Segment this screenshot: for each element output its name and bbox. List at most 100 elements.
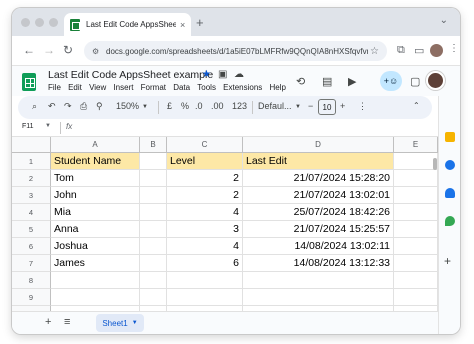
font-select[interactable]: Defaul... xyxy=(258,101,292,111)
back-icon[interactable]: ← xyxy=(23,43,35,57)
undo-icon[interactable]: ↶ xyxy=(48,101,56,112)
menu-view[interactable]: View xyxy=(89,83,106,92)
new-tab-button[interactable]: + xyxy=(196,15,204,30)
cell-d6[interactable]: 14/08/2024 13:02:11 xyxy=(243,238,394,255)
decrease-decimal-button[interactable]: .0 xyxy=(195,101,203,111)
cell-e7[interactable] xyxy=(394,255,438,272)
url-field[interactable]: ⚙ docs.google.com/spreadsheets/d/1a5iE07… xyxy=(84,41,387,61)
row-header-9[interactable]: 9 xyxy=(12,289,51,306)
version-history-icon[interactable]: ⟲ xyxy=(296,75,305,88)
name-box[interactable]: F11 xyxy=(22,123,34,130)
vertical-scrollbar-thumb[interactable] xyxy=(433,158,437,170)
cell-b1[interactable] xyxy=(140,153,167,170)
cell-c9[interactable] xyxy=(167,289,243,306)
maximize-window-dot[interactable] xyxy=(49,18,58,27)
cell-d8[interactable] xyxy=(243,272,394,289)
keep-icon[interactable] xyxy=(445,132,455,142)
kebab-menu-icon[interactable]: ⋮ xyxy=(449,43,459,54)
menu-file[interactable]: File xyxy=(48,83,61,92)
cell-a5[interactable]: Anna xyxy=(51,221,140,238)
sheets-logo-icon[interactable] xyxy=(22,73,36,91)
cell-b8[interactable] xyxy=(140,272,167,289)
account-avatar[interactable] xyxy=(426,71,445,90)
row-header-2[interactable]: 2 xyxy=(12,170,51,187)
column-header-b[interactable]: B xyxy=(140,137,167,153)
currency-format-button[interactable]: £ xyxy=(167,101,172,111)
tasks-icon[interactable] xyxy=(445,160,455,170)
all-sheets-icon[interactable]: ≡ xyxy=(64,316,70,328)
cell-d3[interactable]: 21/07/2024 13:02:01 xyxy=(243,187,394,204)
row-header-8[interactable]: 8 xyxy=(12,272,51,289)
get-addons-icon[interactable]: + xyxy=(444,254,451,268)
document-title[interactable]: Last Edit Code AppsSheet example xyxy=(48,69,213,81)
redo-icon[interactable]: ↷ xyxy=(64,101,72,112)
meet-video-icon[interactable]: ▶ xyxy=(348,75,356,88)
reload-icon[interactable]: ↻ xyxy=(63,43,73,57)
cell-a6[interactable]: Joshua xyxy=(51,238,140,255)
cell-e4[interactable] xyxy=(394,204,438,221)
maps-icon[interactable] xyxy=(445,216,455,226)
cell-b6[interactable] xyxy=(140,238,167,255)
extensions-icon[interactable]: ⧉ xyxy=(397,44,405,57)
more-options-icon[interactable]: ⋮ xyxy=(358,101,367,112)
tab-close-icon[interactable]: × xyxy=(180,20,185,30)
cell-c4[interactable]: 4 xyxy=(167,204,243,221)
print-icon[interactable]: ⎙ xyxy=(80,101,87,112)
minimize-window-dot[interactable] xyxy=(35,18,44,27)
profile-avatar[interactable] xyxy=(430,44,443,57)
comments-icon[interactable]: ▤ xyxy=(322,75,332,88)
row-header-5[interactable]: 5 xyxy=(12,221,51,238)
close-window-dot[interactable] xyxy=(21,18,30,27)
column-header-a[interactable]: A xyxy=(51,137,140,153)
select-all-corner[interactable] xyxy=(12,137,51,153)
menu-edit[interactable]: Edit xyxy=(68,83,82,92)
row-header-3[interactable]: 3 xyxy=(12,187,51,204)
column-header-d[interactable]: D xyxy=(243,137,394,153)
cell-d4[interactable]: 25/07/2024 18:42:26 xyxy=(243,204,394,221)
tab-search-chevron-icon[interactable]: ⌄ xyxy=(440,15,448,26)
share-button[interactable]: +☺ xyxy=(380,71,402,91)
cell-a9[interactable] xyxy=(51,289,140,306)
cell-c6[interactable]: 4 xyxy=(167,238,243,255)
cell-e6[interactable] xyxy=(394,238,438,255)
cell-b2[interactable] xyxy=(140,170,167,187)
row-header-4[interactable]: 4 xyxy=(12,204,51,221)
cell-e5[interactable] xyxy=(394,221,438,238)
number-format-button[interactable]: 123 xyxy=(232,101,247,111)
tab-group-icon[interactable]: ▭ xyxy=(414,44,424,57)
cell-c1[interactable]: Level xyxy=(167,153,243,170)
cell-e2[interactable] xyxy=(394,170,438,187)
menu-tools[interactable]: Tools xyxy=(197,83,216,92)
zoom-select[interactable]: 150% xyxy=(116,101,139,111)
add-sheet-icon[interactable]: + xyxy=(45,316,51,328)
cell-d9[interactable] xyxy=(243,289,394,306)
cell-b9[interactable] xyxy=(140,289,167,306)
cloud-saved-icon[interactable]: ☁ xyxy=(234,69,244,80)
percent-format-button[interactable]: % xyxy=(181,101,189,111)
increase-font-size-button[interactable]: + xyxy=(340,101,345,111)
cell-c8[interactable] xyxy=(167,272,243,289)
cell-a8[interactable] xyxy=(51,272,140,289)
cell-a1[interactable]: Student Name xyxy=(51,153,140,170)
cell-e9[interactable] xyxy=(394,289,438,306)
collapse-toolbar-icon[interactable]: ⌃ xyxy=(413,101,420,110)
row-header-6[interactable]: 6 xyxy=(12,238,51,255)
name-box-caret-icon[interactable]: ▼ xyxy=(45,123,51,129)
cell-b4[interactable] xyxy=(140,204,167,221)
row-header-7[interactable]: 7 xyxy=(12,255,51,272)
cell-d2[interactable]: 21/07/2024 15:28:20 xyxy=(243,170,394,187)
cell-e8[interactable] xyxy=(394,272,438,289)
cell-b5[interactable] xyxy=(140,221,167,238)
cell-d1[interactable]: Last Edit xyxy=(243,153,394,170)
cell-c2[interactable]: 2 xyxy=(167,170,243,187)
forward-icon[interactable]: → xyxy=(43,43,55,57)
menu-data[interactable]: Data xyxy=(173,83,190,92)
apps-icon[interactable]: ▢ xyxy=(410,75,420,88)
cell-e3[interactable] xyxy=(394,187,438,204)
sheet-tab-caret-icon[interactable]: ▼ xyxy=(132,320,138,326)
column-header-e[interactable]: E xyxy=(394,137,438,153)
cell-a2[interactable]: Tom xyxy=(51,170,140,187)
cell-b3[interactable] xyxy=(140,187,167,204)
menu-help[interactable]: Help xyxy=(269,83,285,92)
star-icon[interactable]: ★ xyxy=(202,69,211,80)
